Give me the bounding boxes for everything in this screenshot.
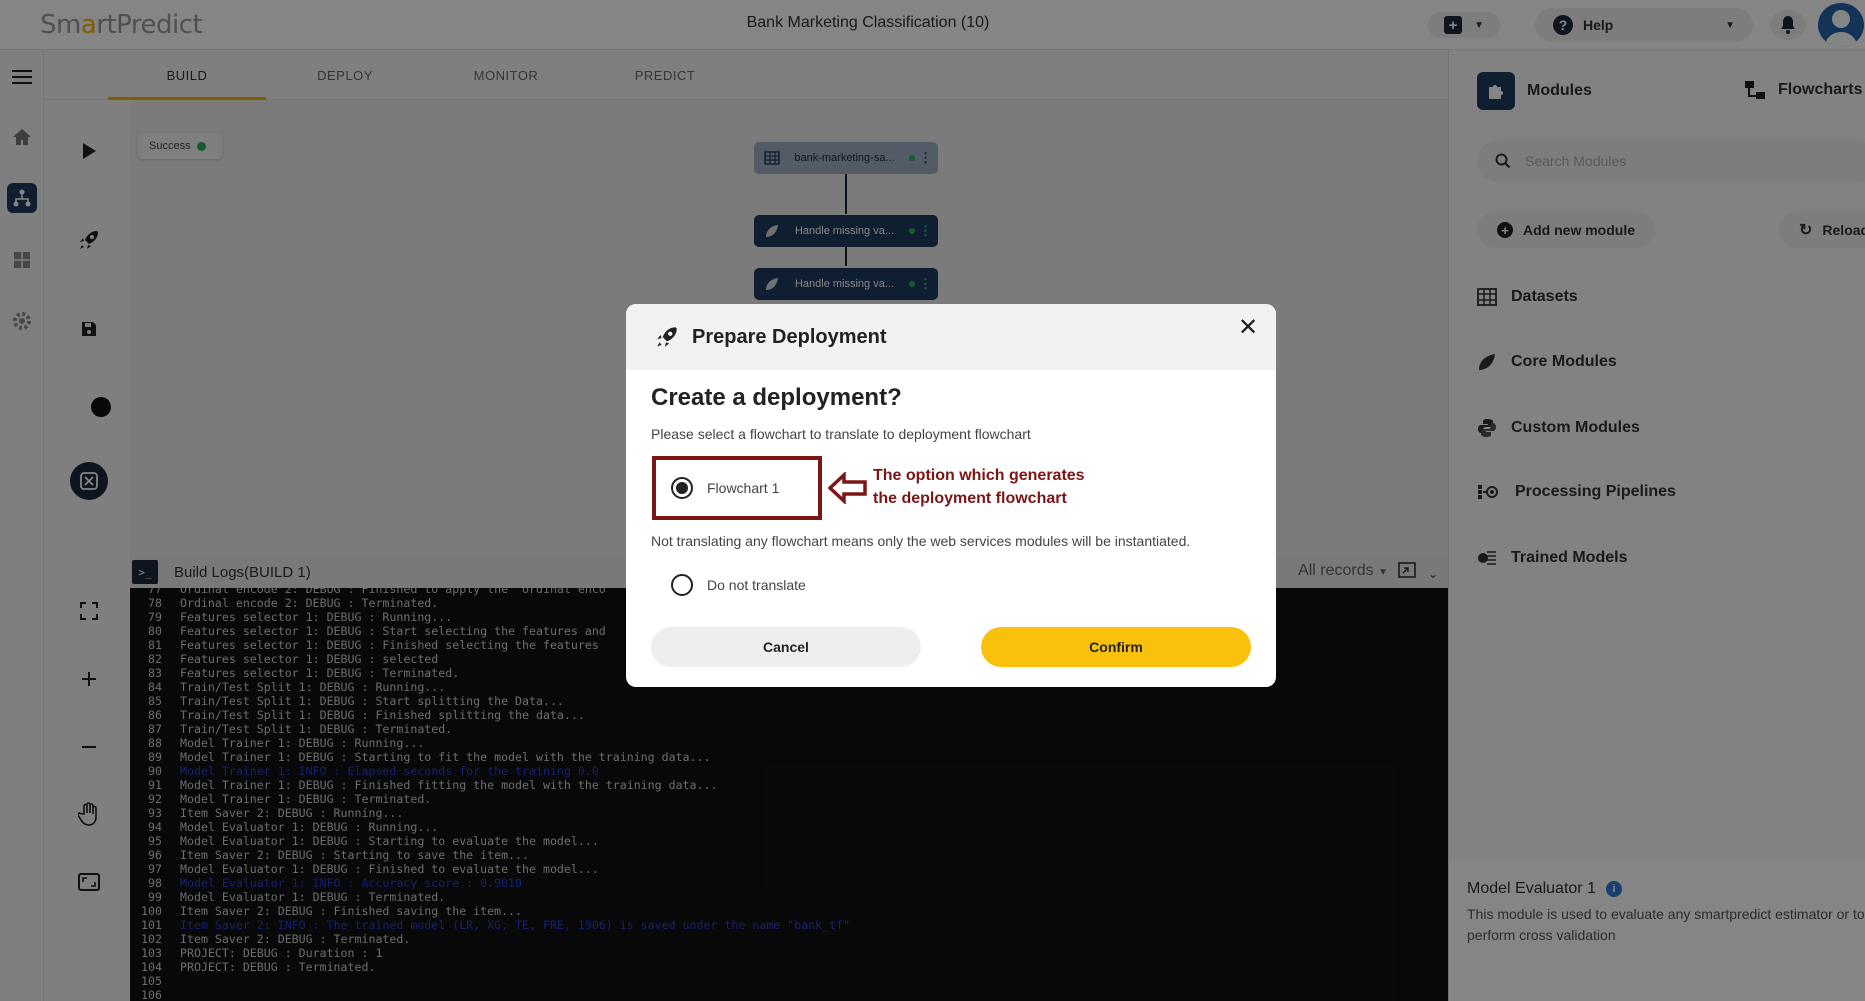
- dialog-prompt: Please select a flowchart to translate t…: [651, 426, 1031, 442]
- annotation-line: The option which generates: [873, 467, 1085, 484]
- annotation-line: the deployment flowchart: [873, 490, 1067, 507]
- rocket-icon: [657, 327, 677, 347]
- close-icon[interactable]: ✕: [1236, 316, 1260, 340]
- cancel-button[interactable]: Cancel: [651, 627, 921, 667]
- radio-checked-icon: [671, 477, 693, 499]
- radio-flowchart-1[interactable]: Flowchart 1: [671, 477, 779, 499]
- radio-label: Flowchart 1: [707, 480, 780, 496]
- confirm-button[interactable]: Confirm: [981, 627, 1251, 667]
- dialog-header: Prepare Deployment: [626, 304, 1276, 370]
- annotation-arrow-icon: [828, 472, 867, 504]
- dialog-title: Prepare Deployment: [692, 325, 887, 348]
- dialog-heading: Create a deployment?: [651, 384, 902, 411]
- radio-do-not-translate[interactable]: Do not translate: [671, 574, 806, 596]
- radio-label: Do not translate: [707, 577, 806, 593]
- prepare-deployment-dialog: Prepare Deployment ✕ Create a deployment…: [626, 304, 1276, 687]
- annotation-text: The option which generates the deploymen…: [873, 464, 1085, 510]
- dialog-note: Not translating any flowchart means only…: [651, 533, 1191, 549]
- radio-unchecked-icon: [671, 574, 693, 596]
